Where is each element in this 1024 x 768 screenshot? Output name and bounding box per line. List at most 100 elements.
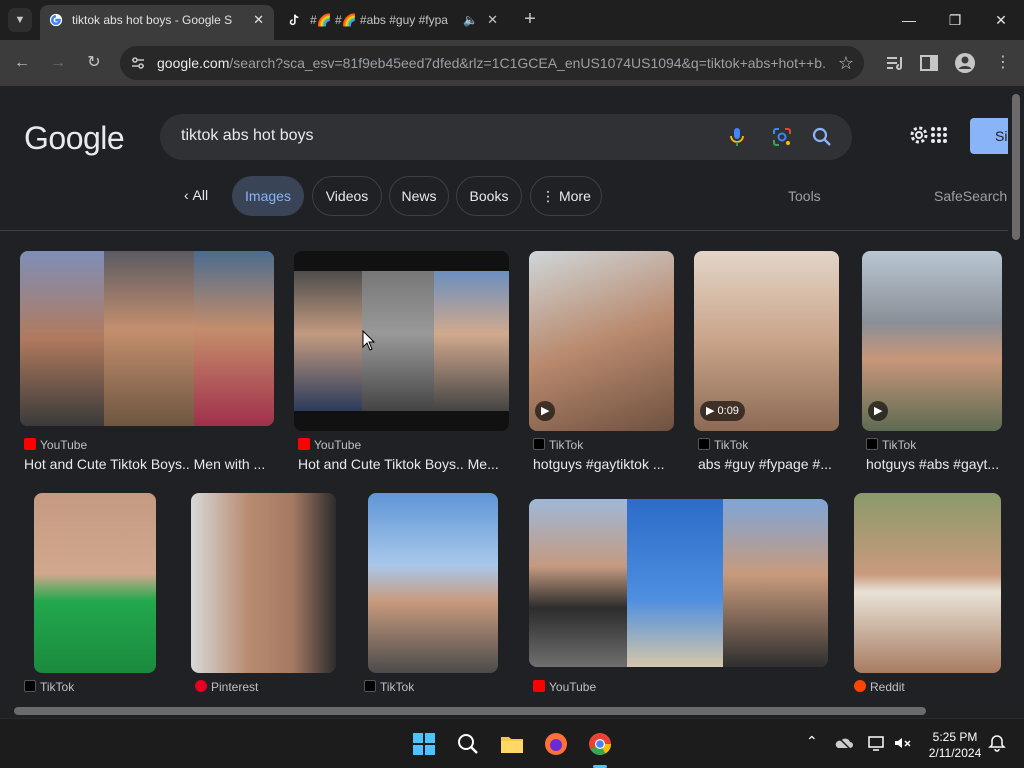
- result-source[interactable]: TikTok: [24, 680, 74, 694]
- youtube-icon: [24, 438, 36, 450]
- taskbar-search-icon[interactable]: [455, 731, 481, 757]
- result-thumbnail[interactable]: [854, 493, 1001, 673]
- chip-videos[interactable]: Videos: [312, 176, 382, 216]
- chrome-icon[interactable]: [587, 731, 613, 757]
- volume-muted-icon[interactable]: [892, 733, 912, 753]
- microphone-icon[interactable]: [726, 126, 748, 148]
- tab-close-icon[interactable]: ✕: [487, 5, 498, 35]
- tiktok-icon: [866, 438, 878, 450]
- system-clock[interactable]: 5:25 PM 2/11/2024: [924, 729, 986, 761]
- result-source[interactable]: YouTube: [24, 438, 87, 452]
- play-icon: ▶: [535, 401, 556, 421]
- windows-start-icon[interactable]: [411, 731, 437, 757]
- header-divider: [0, 230, 1008, 231]
- tab-google-search[interactable]: tiktok abs hot boys - Google Se ✕: [40, 5, 274, 40]
- vertical-scrollbar[interactable]: [1008, 86, 1024, 704]
- result-source[interactable]: Reddit: [854, 680, 905, 694]
- image-result[interactable]: ▶ 0:09 TikTok abs #guy #fypage #...: [694, 251, 839, 481]
- horizontal-scrollbar[interactable]: [0, 704, 1008, 718]
- result-thumbnail[interactable]: [368, 493, 498, 673]
- mouse-cursor-icon: [362, 330, 376, 351]
- result-source[interactable]: TikTok: [866, 438, 916, 452]
- apps-grid-icon[interactable]: [930, 126, 948, 144]
- result-thumbnail[interactable]: [529, 499, 828, 667]
- result-caption[interactable]: hotguys #abs #gayt...: [866, 456, 1002, 472]
- result-caption[interactable]: Hot and Cute Tiktok Boys.. Men with ...: [24, 456, 274, 472]
- search-filter-chips: ‹ All Images Videos News Books ⋮ More To…: [0, 176, 1008, 216]
- back-arrow-icon[interactable]: ←: [9, 50, 35, 76]
- tab-close-icon[interactable]: ✕: [253, 5, 264, 35]
- profile-avatar-icon[interactable]: [954, 52, 976, 74]
- image-result[interactable]: YouTube Hot and Cute Tiktok Boys.. Me...: [294, 251, 509, 481]
- result-caption[interactable]: abs #guy #fypage #...: [698, 456, 838, 472]
- result-thumbnail[interactable]: ▶: [862, 251, 1002, 431]
- result-thumbnail[interactable]: [20, 251, 274, 426]
- search-query-text[interactable]: tiktok abs hot boys: [181, 127, 314, 145]
- image-result[interactable]: YouTube: [529, 499, 828, 704]
- result-thumbnail[interactable]: [294, 251, 509, 431]
- url-text[interactable]: google.com/search?sca_esv=81f9eb45eed7df…: [157, 55, 827, 71]
- chevron-up-icon[interactable]: ⌃: [806, 733, 818, 750]
- chip-more[interactable]: ⋮ More: [530, 176, 602, 216]
- result-source[interactable]: Pinterest: [195, 680, 258, 694]
- image-result[interactable]: TikTok: [24, 493, 156, 704]
- minimize-icon[interactable]: —: [886, 0, 932, 40]
- google-logo[interactable]: Google: [24, 120, 125, 157]
- forward-arrow-icon[interactable]: →: [45, 50, 71, 76]
- browser-menu-icon[interactable]: ⋮: [990, 50, 1016, 76]
- network-icon[interactable]: [866, 733, 886, 753]
- source-label: YouTube: [40, 438, 88, 452]
- result-thumbnail[interactable]: ▶ 0:09: [694, 251, 839, 431]
- source-label: YouTube: [549, 680, 597, 694]
- lens-camera-icon[interactable]: [771, 126, 793, 148]
- result-caption[interactable]: hotguys #gaytiktok ...: [533, 456, 673, 472]
- chip-news[interactable]: News: [389, 176, 449, 216]
- image-result[interactable]: ▶ TikTok hotguys #gaytiktok ...: [529, 251, 674, 481]
- more-dots-icon: ⋮: [541, 188, 559, 204]
- reload-icon[interactable]: ↻: [81, 50, 107, 76]
- result-thumbnail[interactable]: ▶: [529, 251, 674, 431]
- tools-button[interactable]: Tools: [788, 176, 821, 216]
- result-thumbnail[interactable]: [34, 493, 156, 673]
- result-source[interactable]: YouTube: [533, 680, 596, 694]
- result-source[interactable]: TikTok: [533, 438, 583, 452]
- image-result[interactable]: YouTube Hot and Cute Tiktok Boys.. Men w…: [20, 251, 274, 481]
- settings-gear-icon[interactable]: [908, 124, 930, 146]
- image-result[interactable]: ▶ TikTok hotguys #abs #gayt...: [862, 251, 1002, 481]
- address-bar[interactable]: google.com/search?sca_esv=81f9eb45eed7df…: [120, 46, 864, 80]
- close-window-icon[interactable]: ✕: [978, 0, 1024, 40]
- search-input[interactable]: tiktok abs hot boys: [160, 114, 852, 160]
- safesearch-button[interactable]: SafeSearch: [934, 176, 1007, 216]
- tab-tiktok[interactable]: #🌈 #🌈 #abs #guy #fypa 🔈 ✕: [278, 5, 508, 35]
- result-source[interactable]: TikTok: [364, 680, 414, 694]
- bookmark-star-icon[interactable]: ☆: [838, 53, 854, 74]
- tab-search-button[interactable]: ▼: [8, 8, 32, 32]
- result-source[interactable]: YouTube: [298, 438, 361, 452]
- speaker-icon[interactable]: 🔈: [463, 5, 478, 35]
- new-tab-button[interactable]: +: [518, 8, 542, 32]
- firefox-icon[interactable]: [543, 731, 569, 757]
- onedrive-icon[interactable]: [834, 733, 854, 753]
- site-info-icon[interactable]: [130, 55, 146, 71]
- image-result[interactable]: Pinterest: [191, 493, 336, 704]
- search-icon[interactable]: [811, 126, 833, 148]
- vertical-scroll-thumb[interactable]: [1012, 94, 1020, 240]
- horizontal-scroll-thumb[interactable]: [14, 707, 926, 715]
- search-results-page: Google tiktok abs hot boys Si ‹ All Imag…: [0, 86, 1008, 704]
- image-result[interactable]: Reddit: [854, 493, 1001, 704]
- result-thumbnail[interactable]: [191, 493, 336, 673]
- result-caption[interactable]: Hot and Cute Tiktok Boys.. Me...: [298, 456, 508, 472]
- chip-all[interactable]: ‹ All: [166, 176, 226, 216]
- restore-icon[interactable]: ❐: [932, 0, 978, 40]
- media-control-icon[interactable]: [884, 52, 906, 74]
- tab-title: #🌈 #🌈 #abs #guy #fypa: [310, 13, 448, 27]
- chip-books[interactable]: Books: [456, 176, 522, 216]
- file-explorer-icon[interactable]: [499, 731, 525, 757]
- notification-bell-icon[interactable]: [988, 734, 1006, 752]
- image-result[interactable]: TikTok: [364, 493, 498, 704]
- tab-title: tiktok abs hot boys - Google Se: [72, 13, 232, 27]
- side-panel-icon[interactable]: [918, 52, 940, 74]
- result-source[interactable]: TikTok: [698, 438, 748, 452]
- sign-in-button[interactable]: Si: [970, 118, 1008, 154]
- chip-images[interactable]: Images: [232, 176, 304, 216]
